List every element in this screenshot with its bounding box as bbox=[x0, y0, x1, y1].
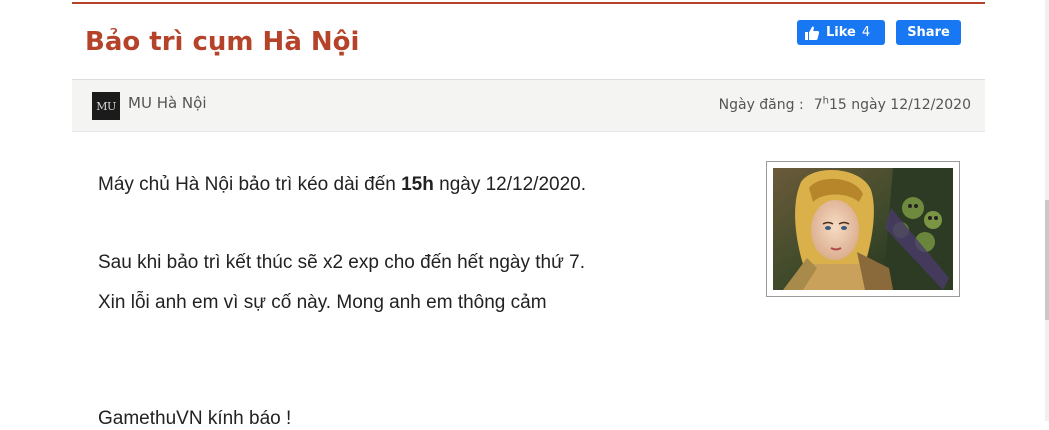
post-date-label: Ngày đăng : bbox=[718, 97, 804, 113]
article-title: Bảo trì cụm Hà Nội bbox=[85, 27, 360, 57]
like-count: 4 bbox=[861, 25, 871, 40]
share-label: Share bbox=[907, 25, 950, 40]
game-artwork-image bbox=[773, 168, 953, 290]
page-scrollbar-thumb[interactable] bbox=[1045, 200, 1049, 320]
like-label: Like bbox=[826, 25, 856, 40]
body-text-segment: Máy chủ Hà Nội bảo trì kéo dài đến bbox=[98, 174, 402, 195]
body-text-segment: ngày 12/12/2020. bbox=[433, 174, 586, 195]
thumbs-up-icon bbox=[805, 25, 820, 40]
post-time-hour: 7 bbox=[813, 97, 823, 113]
article-meta-bar: MU MU Hà Nội Ngày đăng :7h15 ngày 12/12/… bbox=[72, 79, 985, 132]
article: Bảo trì cụm Hà Nội Like 4 Share MU MU Hà… bbox=[72, 0, 985, 429]
author-logo-icon: MU bbox=[92, 92, 120, 120]
body-bold-time: 15h bbox=[401, 174, 434, 195]
facebook-share-button[interactable]: Share bbox=[896, 20, 961, 45]
facebook-like-button[interactable]: Like 4 bbox=[797, 20, 885, 45]
body-paragraph-1: Máy chủ Hà Nội bảo trì kéo dài đến 15h n… bbox=[98, 174, 738, 196]
author-logo-text: MU bbox=[96, 99, 116, 113]
article-thumbnail bbox=[766, 161, 960, 297]
body-paragraph-2: Sau khi bảo trì kết thúc sẽ x2 exp cho đ… bbox=[98, 252, 585, 273]
body-signature: GamethuVN kính báo ! bbox=[98, 408, 292, 429]
post-time-date: 15 ngày 12/12/2020 bbox=[828, 97, 971, 113]
top-divider bbox=[72, 2, 985, 4]
post-date: Ngày đăng :7h15 ngày 12/12/2020 bbox=[718, 96, 971, 113]
author-name: MU Hà Nội bbox=[128, 94, 207, 112]
body-paragraph-3: Xin lỗi anh em vì sự cố này. Mong anh em… bbox=[98, 292, 547, 313]
